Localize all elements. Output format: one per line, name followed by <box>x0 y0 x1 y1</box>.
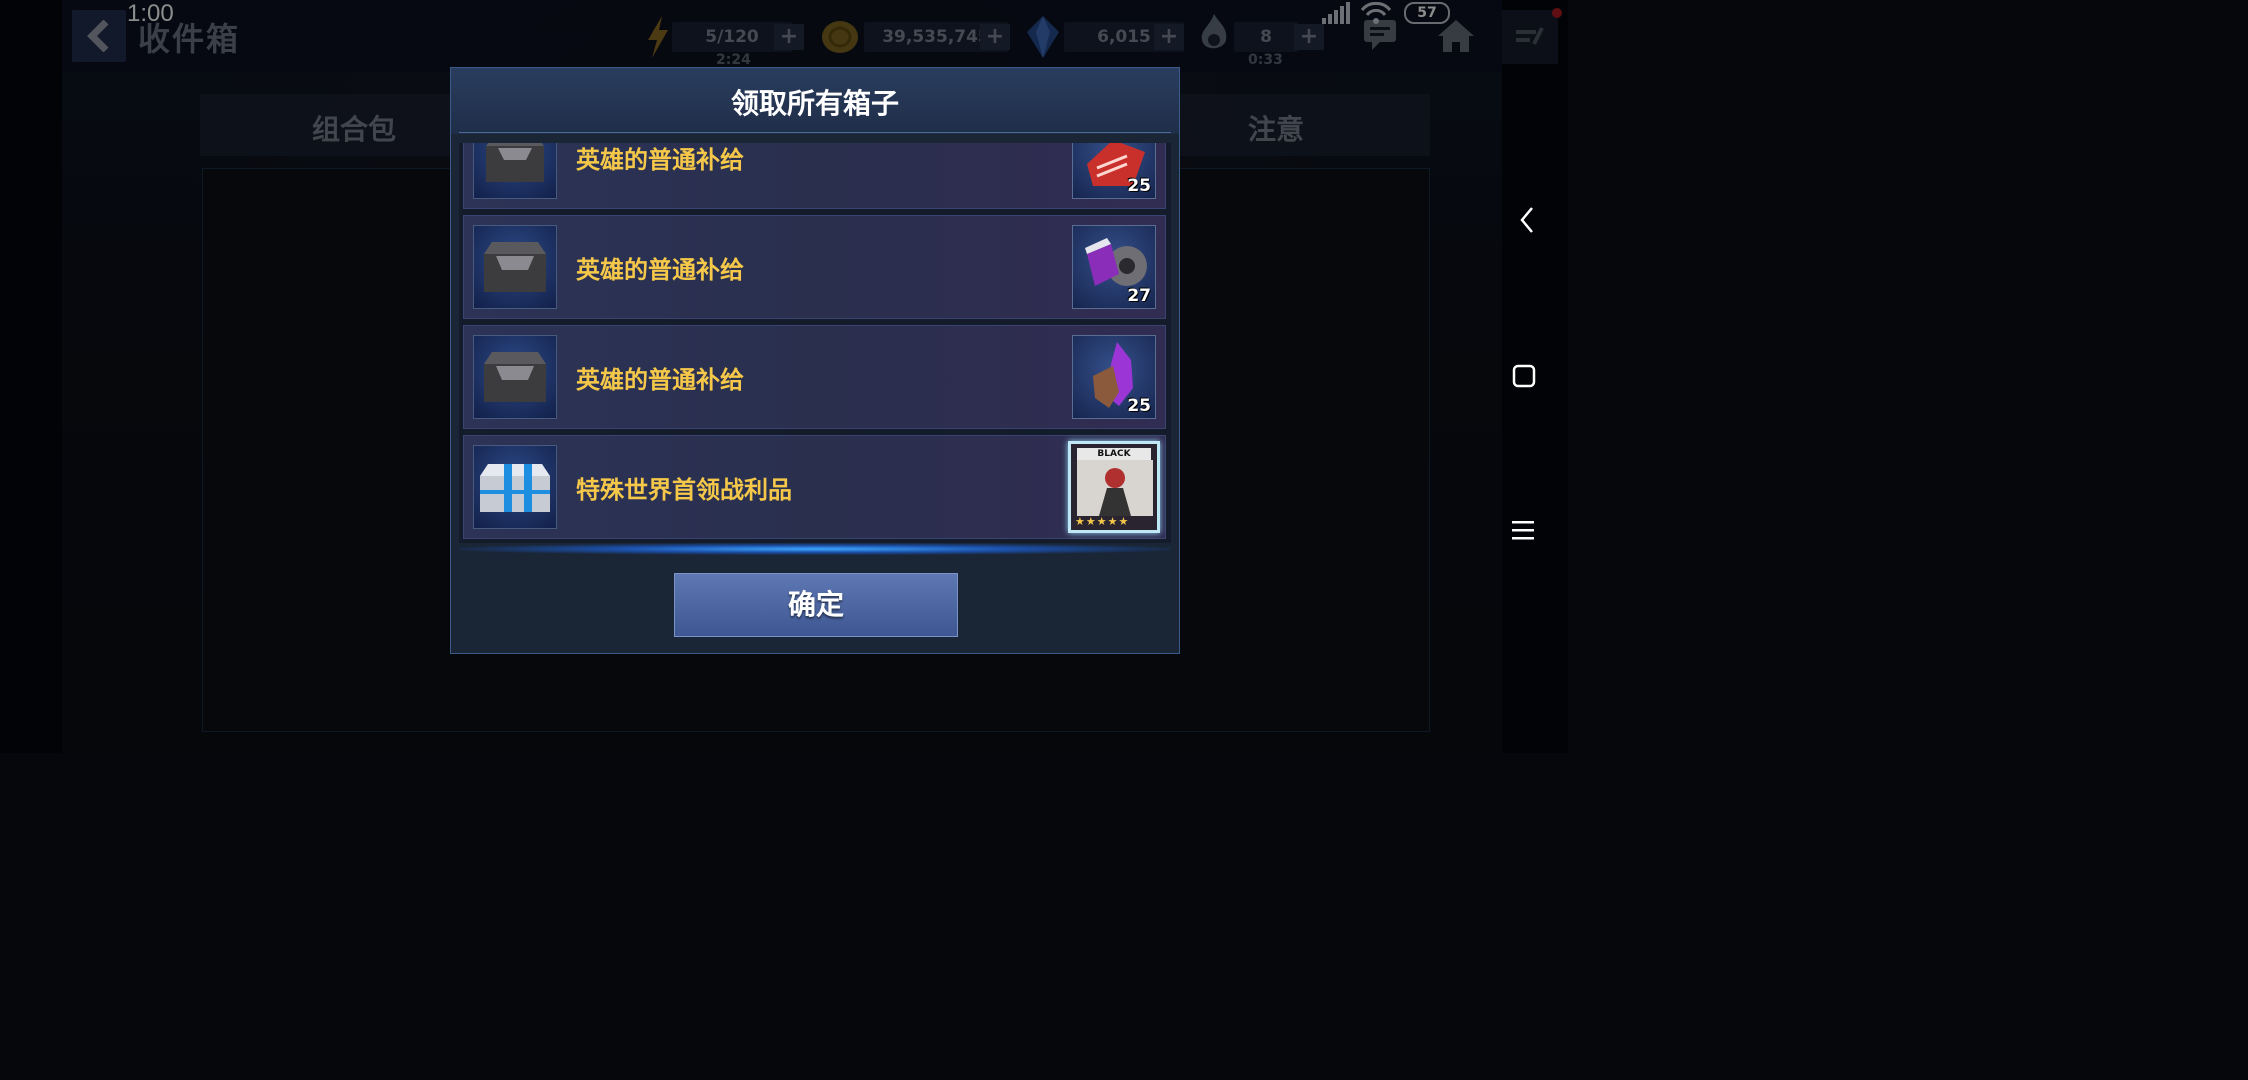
supply-box-icon <box>473 335 557 419</box>
row-label: 英雄的普通补给 <box>576 256 744 284</box>
confirm-button[interactable]: 确定 <box>674 573 958 637</box>
list-item: 英雄的普通补给 25 <box>463 143 1166 209</box>
black-widow-comic-card-icon: BLACK WIDOW ★★★★★ <box>1068 441 1160 533</box>
nav-home-icon[interactable] <box>1512 364 1536 388</box>
nav-back-icon[interactable] <box>1518 206 1538 234</box>
supply-box-icon <box>473 225 557 309</box>
purple-gear-cube-icon: 27 <box>1072 225 1156 309</box>
dialog-title: 领取所有箱子 <box>730 87 899 120</box>
row-label: 英雄的普通补给 <box>576 146 744 174</box>
star-rating: ★★★★★ <box>1075 515 1130 528</box>
reward-list[interactable]: 英雄的普通补给 25 英雄的普通补给 27 英雄的普通补给 25 特殊世界首领战… <box>459 143 1171 543</box>
list-item: 英雄的普通补给 27 <box>463 215 1166 319</box>
row-label: 特殊世界首领战利品 <box>576 476 792 504</box>
list-footer-glow <box>459 543 1171 555</box>
header-divider <box>459 132 1171 133</box>
reward-count: 25 <box>1127 396 1151 416</box>
list-item: 特殊世界首领战利品 BLACK WIDOW ★★★★★ <box>463 435 1166 539</box>
purple-crystal-ore-icon: 25 <box>1072 335 1156 419</box>
row-label: 英雄的普通补给 <box>576 366 744 394</box>
world-boss-chest-icon <box>473 445 557 529</box>
android-nav-bar <box>1502 0 1568 753</box>
red-card-icon: 25 <box>1072 143 1156 199</box>
comic-title: BLACK WIDOW <box>1077 448 1151 471</box>
list-item: 英雄的普通补给 25 <box>463 325 1166 429</box>
nav-recents-icon[interactable] <box>1512 520 1536 542</box>
reward-count: 25 <box>1127 176 1151 196</box>
claim-all-boxes-dialog: 领取所有箱子 英雄的普通补给 25 英雄的普通补给 27 英雄的普通补给 25 … <box>450 67 1180 654</box>
reward-count: 27 <box>1127 286 1151 306</box>
supply-box-icon <box>473 143 557 199</box>
dialog-header: 领取所有箱子 <box>451 68 1179 134</box>
